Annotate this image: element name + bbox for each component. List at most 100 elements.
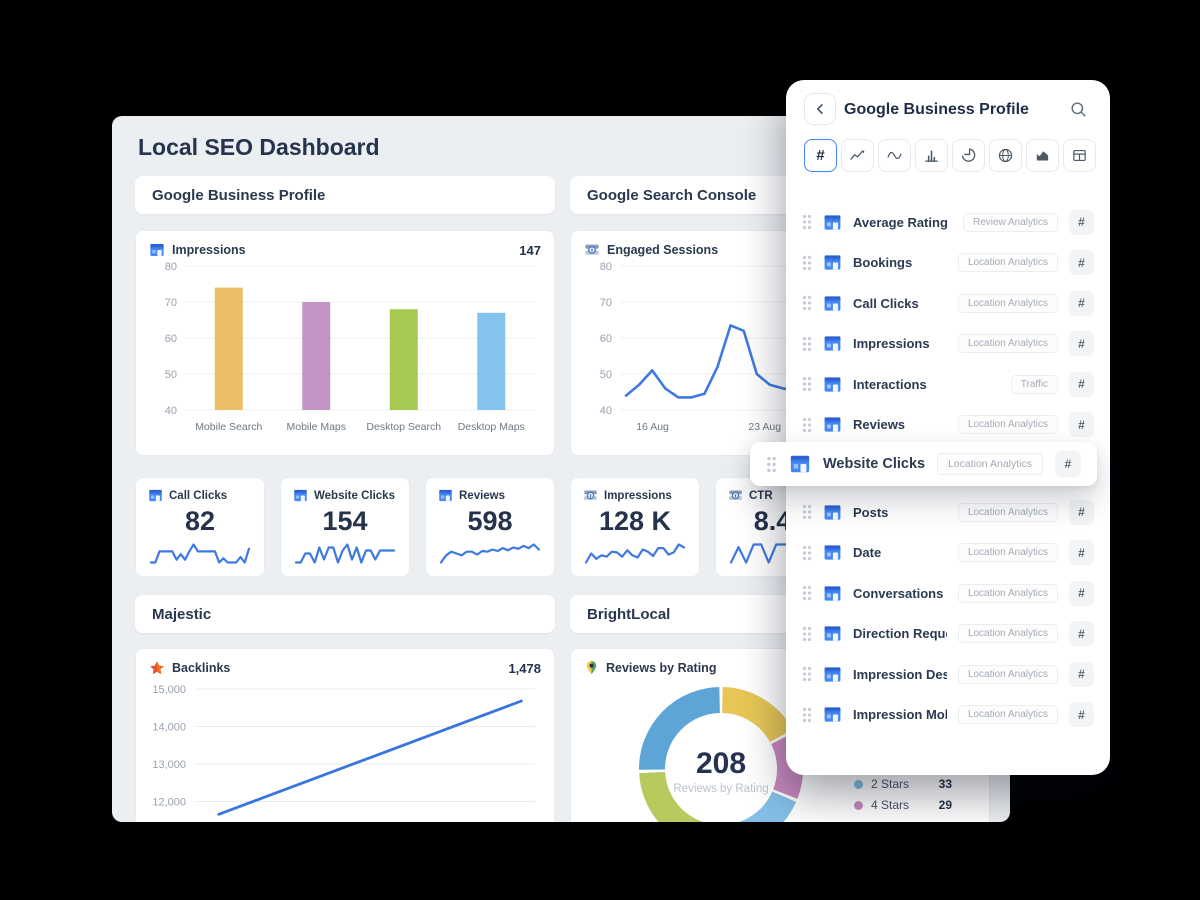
drag-handle-icon[interactable] bbox=[802, 417, 812, 433]
page-title: Local SEO Dashboard bbox=[138, 134, 380, 160]
number-widget-toggle[interactable]: # bbox=[1055, 451, 1081, 477]
gbp-icon bbox=[823, 543, 842, 562]
backlinks-line-chart: 15,000 14,000 13,000 12,000 bbox=[152, 684, 535, 816]
number-widget-toggle[interactable]: # bbox=[1069, 250, 1094, 276]
pie-chart-icon bbox=[960, 147, 977, 164]
spline-chart-widget-button[interactable] bbox=[878, 139, 911, 172]
number-widget-toggle[interactable]: # bbox=[1069, 290, 1094, 316]
metric-label: Call Clicks bbox=[853, 295, 919, 311]
geo-chart-widget-button[interactable] bbox=[989, 139, 1022, 172]
svg-text:60: 60 bbox=[165, 333, 177, 345]
metric-category-badge: Location Analytics bbox=[936, 453, 1043, 475]
metric-row[interactable]: Direction Requests Location Analytics # bbox=[786, 614, 1110, 655]
gbp-icon bbox=[823, 415, 842, 434]
metric-category-badge: Location Analytics bbox=[957, 253, 1058, 273]
number-widget-toggle[interactable]: # bbox=[1069, 661, 1094, 687]
metric-row[interactable]: Impression Mobi... Location Analytics # bbox=[786, 695, 1110, 736]
drag-handle-icon[interactable] bbox=[802, 545, 812, 561]
number-widget-toggle[interactable]: # bbox=[1069, 499, 1094, 525]
line-chart-widget-button[interactable] bbox=[841, 139, 874, 172]
star-icon bbox=[149, 660, 165, 676]
legend-label: 2 Stars bbox=[871, 777, 910, 791]
sparkline bbox=[584, 543, 686, 564]
bar-chart-icon bbox=[923, 147, 940, 164]
sparkline bbox=[439, 543, 541, 564]
metric-category-badge: Location Analytics bbox=[957, 502, 1058, 522]
stat-value: 82 bbox=[184, 506, 216, 536]
number-widget-toggle[interactable]: # bbox=[1069, 331, 1094, 357]
section-header-majestic: Majestic bbox=[135, 595, 555, 633]
legend-dot bbox=[854, 800, 863, 810]
drag-handle-icon[interactable] bbox=[802, 626, 812, 642]
gbp-icon bbox=[438, 488, 453, 503]
drag-handle-icon[interactable] bbox=[766, 456, 777, 473]
back-button[interactable] bbox=[804, 93, 836, 125]
gbp-icon bbox=[148, 488, 163, 503]
svg-text:Desktop Maps: Desktop Maps bbox=[458, 421, 525, 433]
metric-row[interactable]: Bookings Location Analytics # bbox=[786, 243, 1110, 284]
backlinks-chart-card: Backlinks 1,478 15,000 14,000 13,000 12,000 bbox=[135, 648, 555, 822]
legend-value: 33 bbox=[938, 777, 952, 791]
metric-category-badge: Location Analytics bbox=[957, 624, 1058, 644]
area-chart-widget-button[interactable] bbox=[1026, 139, 1059, 172]
metric-row[interactable]: Average Rating Review Analytics # bbox=[786, 202, 1110, 243]
svg-text:Mobile Maps: Mobile Maps bbox=[286, 421, 346, 433]
metric-category-badge: Location Analytics bbox=[957, 664, 1058, 684]
gbp-icon bbox=[823, 375, 842, 394]
metric-row[interactable]: Impression Desk... Location Analytics # bbox=[786, 654, 1110, 695]
pie-chart-widget-button[interactable] bbox=[952, 139, 985, 172]
svg-text:80: 80 bbox=[600, 261, 612, 273]
metric-label: Average Rating bbox=[853, 214, 948, 230]
section-header-google-business-profile: Google Business Profile bbox=[135, 176, 555, 214]
metric-row[interactable]: Conversations Location Analytics # bbox=[786, 573, 1110, 614]
metric-category-badge: Traffic bbox=[1010, 374, 1058, 394]
drag-handle-icon[interactable] bbox=[802, 336, 812, 352]
search-icon[interactable] bbox=[1069, 100, 1088, 119]
number-widget-toggle[interactable]: # bbox=[1069, 412, 1094, 438]
section-title: Google Business Profile bbox=[152, 186, 326, 204]
metric-row[interactable]: Date Location Analytics # bbox=[786, 533, 1110, 574]
gbp-icon bbox=[823, 665, 842, 684]
metric-label: Bookings bbox=[853, 255, 913, 271]
gbp-icon bbox=[823, 213, 842, 232]
drag-handle-icon[interactable] bbox=[802, 295, 812, 311]
metric-row[interactable]: Reviews Location Analytics # bbox=[786, 405, 1110, 446]
sparkline bbox=[149, 543, 251, 564]
gsc-icon bbox=[583, 488, 598, 503]
number-widget-toggle[interactable]: # bbox=[1069, 621, 1094, 647]
number-widget-toggle[interactable]: # bbox=[1069, 371, 1094, 397]
bar-chart-widget-button[interactable] bbox=[915, 139, 948, 172]
stat-label: Impressions bbox=[604, 489, 672, 502]
drag-handle-icon[interactable] bbox=[802, 707, 812, 723]
metric-label: Impression Mobi... bbox=[853, 707, 947, 723]
sparkline bbox=[294, 543, 396, 564]
drag-handle-icon[interactable] bbox=[802, 585, 812, 601]
number-widget-toggle[interactable]: # bbox=[1069, 209, 1094, 235]
metric-label: Direction Requests bbox=[853, 626, 947, 642]
svg-text:23 Aug: 23 Aug bbox=[748, 421, 781, 433]
svg-text:Desktop Search: Desktop Search bbox=[366, 421, 441, 433]
metric-row[interactable]: Posts Location Analytics # bbox=[786, 492, 1110, 533]
number-widget-toggle[interactable]: # bbox=[1069, 702, 1094, 728]
drag-handle-icon[interactable] bbox=[802, 376, 812, 392]
metric-category-badge: Location Analytics bbox=[957, 583, 1058, 603]
drag-handle-icon[interactable] bbox=[802, 666, 812, 682]
drag-handle-icon[interactable] bbox=[802, 214, 812, 230]
drag-handle-icon[interactable] bbox=[802, 255, 812, 271]
drag-handle-icon[interactable] bbox=[802, 504, 812, 520]
metric-row[interactable]: Impressions Location Analytics # bbox=[786, 324, 1110, 365]
metric-row[interactable]: Interactions Traffic # bbox=[786, 364, 1110, 405]
dragged-metric-row-website-clicks[interactable]: Website Clicks Location Analytics # bbox=[750, 442, 1097, 486]
number-widget-toggle[interactable]: # bbox=[1069, 540, 1094, 566]
section-title: Majestic bbox=[152, 605, 212, 623]
svg-text:13,000: 13,000 bbox=[152, 759, 186, 771]
number-widget-toggle[interactable]: # bbox=[1069, 580, 1094, 606]
number-widget-button[interactable]: # bbox=[804, 139, 837, 172]
table-widget-button[interactable] bbox=[1063, 139, 1096, 172]
widget-type-toolbar: # bbox=[804, 139, 1096, 172]
svg-text:80: 80 bbox=[165, 261, 177, 273]
metric-row[interactable]: Call Clicks Location Analytics # bbox=[786, 283, 1110, 324]
stat-label: CTR bbox=[749, 489, 773, 502]
stat-value: 154 bbox=[322, 506, 368, 536]
svg-text:70: 70 bbox=[165, 297, 177, 309]
